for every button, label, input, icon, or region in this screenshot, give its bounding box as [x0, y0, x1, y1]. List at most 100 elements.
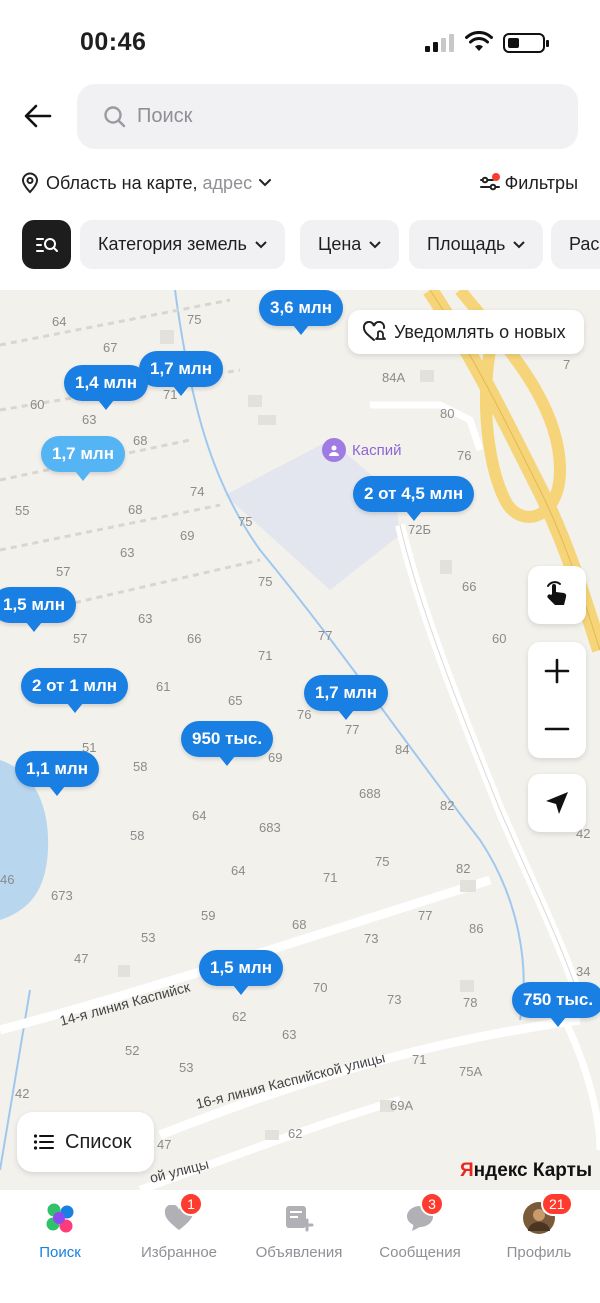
- plot-number: 688: [359, 786, 381, 801]
- map-area-selector[interactable]: Область на карте, адрес: [20, 168, 272, 198]
- nav-search[interactable]: Поиск: [0, 1198, 120, 1261]
- map[interactable]: 64 75 67 60 63 71 68 55 74 68 75 69 63 5…: [0, 290, 600, 1190]
- plot-number: 76: [457, 448, 472, 463]
- plot-number: 82: [440, 798, 455, 813]
- price-pin[interactable]: 1,5 млн: [199, 950, 283, 995]
- plot-number: 72Б: [408, 522, 431, 537]
- arrow-left-icon: [24, 104, 52, 128]
- my-location-button[interactable]: [528, 774, 586, 832]
- list-label: Список: [65, 1130, 132, 1153]
- status-time: 00:46: [80, 28, 147, 56]
- plot-number: 60: [30, 397, 45, 412]
- price-pin[interactable]: 1,4 млн: [64, 365, 148, 410]
- price-pin[interactable]: 1,5 млн: [0, 587, 76, 632]
- chip-price[interactable]: Цена: [300, 220, 400, 269]
- price-pin[interactable]: 1,7 млн: [304, 675, 388, 720]
- price-pin[interactable]: 1,1 млн: [15, 751, 99, 796]
- plot-number: 86: [469, 921, 484, 936]
- plot-number: 69: [180, 528, 195, 543]
- nav-label: Объявления: [255, 1244, 343, 1261]
- plot-number: 68: [292, 917, 307, 932]
- plot-number: 75: [375, 854, 390, 869]
- search-field[interactable]: [77, 84, 578, 149]
- plus-icon: [544, 658, 570, 684]
- price-pin[interactable]: 2 от 1 млн: [21, 668, 129, 713]
- plot-number: 71: [412, 1052, 427, 1067]
- plot-number: 77: [345, 722, 360, 737]
- notify-new-button[interactable]: Уведомлять о новых: [348, 310, 584, 354]
- yandex-maps-logo[interactable]: Яндекс Карты: [460, 1160, 592, 1182]
- chip-label: Площадь: [427, 234, 506, 254]
- cellular-signal-icon: [425, 34, 457, 52]
- add-listing-icon: [279, 1198, 319, 1238]
- plot-number: 68: [128, 502, 143, 517]
- plot-number: 47: [74, 951, 89, 966]
- plot-number: 71: [258, 648, 273, 663]
- plot-number: 62: [232, 1009, 247, 1024]
- chip-land-category[interactable]: Категория земель: [80, 220, 285, 269]
- plot-number: 84А: [382, 370, 406, 385]
- saved-search-chip[interactable]: [22, 220, 71, 269]
- price-pin[interactable]: 750 тыс.: [512, 982, 600, 1027]
- gesture-button[interactable]: [528, 566, 586, 624]
- plot-number: 77: [318, 628, 333, 643]
- minus-icon: [544, 727, 570, 731]
- chip-label: Рас: [569, 234, 600, 254]
- plot-number: 75: [238, 514, 253, 529]
- plot-number: 64: [52, 314, 67, 329]
- nav-profile[interactable]: 21 Профиль: [479, 1192, 599, 1261]
- filters-icon: [479, 173, 500, 191]
- plot-number: 57: [73, 631, 88, 646]
- plot-number: 69: [268, 750, 283, 765]
- chip-area[interactable]: Площадь: [409, 220, 544, 269]
- plot-number: 58: [133, 759, 148, 774]
- filter-chips: Категория земель Цена Площадь Рас: [22, 220, 600, 270]
- zoom-in-button[interactable]: [528, 642, 586, 700]
- plot-number: 63: [138, 611, 153, 626]
- avatar: 21: [519, 1192, 573, 1238]
- price-pin-viewed[interactable]: 1,7 млн: [41, 436, 125, 481]
- plot-number: 84: [395, 742, 410, 757]
- plot-number: 77: [418, 908, 433, 923]
- chevron-down-icon: [513, 240, 526, 248]
- plot-number: 42: [15, 1086, 30, 1101]
- battery-icon: [503, 33, 549, 53]
- nav-listings[interactable]: Объявления: [239, 1198, 359, 1261]
- price-pin[interactable]: 950 тыс.: [181, 721, 274, 766]
- plot-number: 64: [231, 863, 246, 878]
- plot-number: 47: [157, 1137, 172, 1152]
- bottom-navigation: Поиск 1 Избранное Объявления 3 Сообщения…: [0, 1190, 600, 1303]
- nav-favorites[interactable]: 1 Избранное: [119, 1192, 239, 1261]
- plot-number: 58: [130, 828, 145, 843]
- heart-bell-icon: [362, 321, 386, 341]
- nav-label: Сообщения: [379, 1244, 461, 1261]
- zoom-out-button[interactable]: [528, 700, 586, 758]
- plot-number: 62: [288, 1126, 303, 1141]
- profile-badge: 21: [541, 1192, 573, 1216]
- plot-number: 75: [187, 312, 202, 327]
- price-pin[interactable]: 3,6 млн: [259, 290, 343, 335]
- navigation-arrow-icon: [546, 792, 568, 814]
- chip-distance[interactable]: Рас: [551, 220, 600, 269]
- filters-button[interactable]: Фильтры: [479, 168, 578, 198]
- back-button[interactable]: [18, 96, 58, 136]
- plot-number: 73: [387, 992, 402, 1007]
- chevron-down-icon: [259, 179, 272, 187]
- plot-number: 80: [440, 406, 455, 421]
- plot-number: 34: [576, 964, 591, 979]
- price-pin[interactable]: 2 от 4,5 млн: [353, 476, 475, 521]
- nav-messages[interactable]: 3 Сообщения: [360, 1192, 480, 1261]
- plot-number: 53: [179, 1060, 194, 1075]
- plot-number: 70: [313, 980, 328, 995]
- plot-number: 68: [133, 433, 148, 448]
- search-input[interactable]: [137, 105, 537, 128]
- chip-label: Цена: [318, 234, 362, 254]
- price-pin[interactable]: 1,7 млн: [139, 351, 223, 396]
- poi-label: Каспий: [352, 441, 402, 459]
- plot-number: 82: [456, 861, 471, 876]
- plot-number: 76: [297, 707, 312, 722]
- list-view-button[interactable]: Список: [17, 1112, 154, 1172]
- plot-number: 66: [187, 631, 202, 646]
- plot-number: 53: [141, 930, 156, 945]
- poi-kaspiy[interactable]: Каспий: [322, 438, 401, 462]
